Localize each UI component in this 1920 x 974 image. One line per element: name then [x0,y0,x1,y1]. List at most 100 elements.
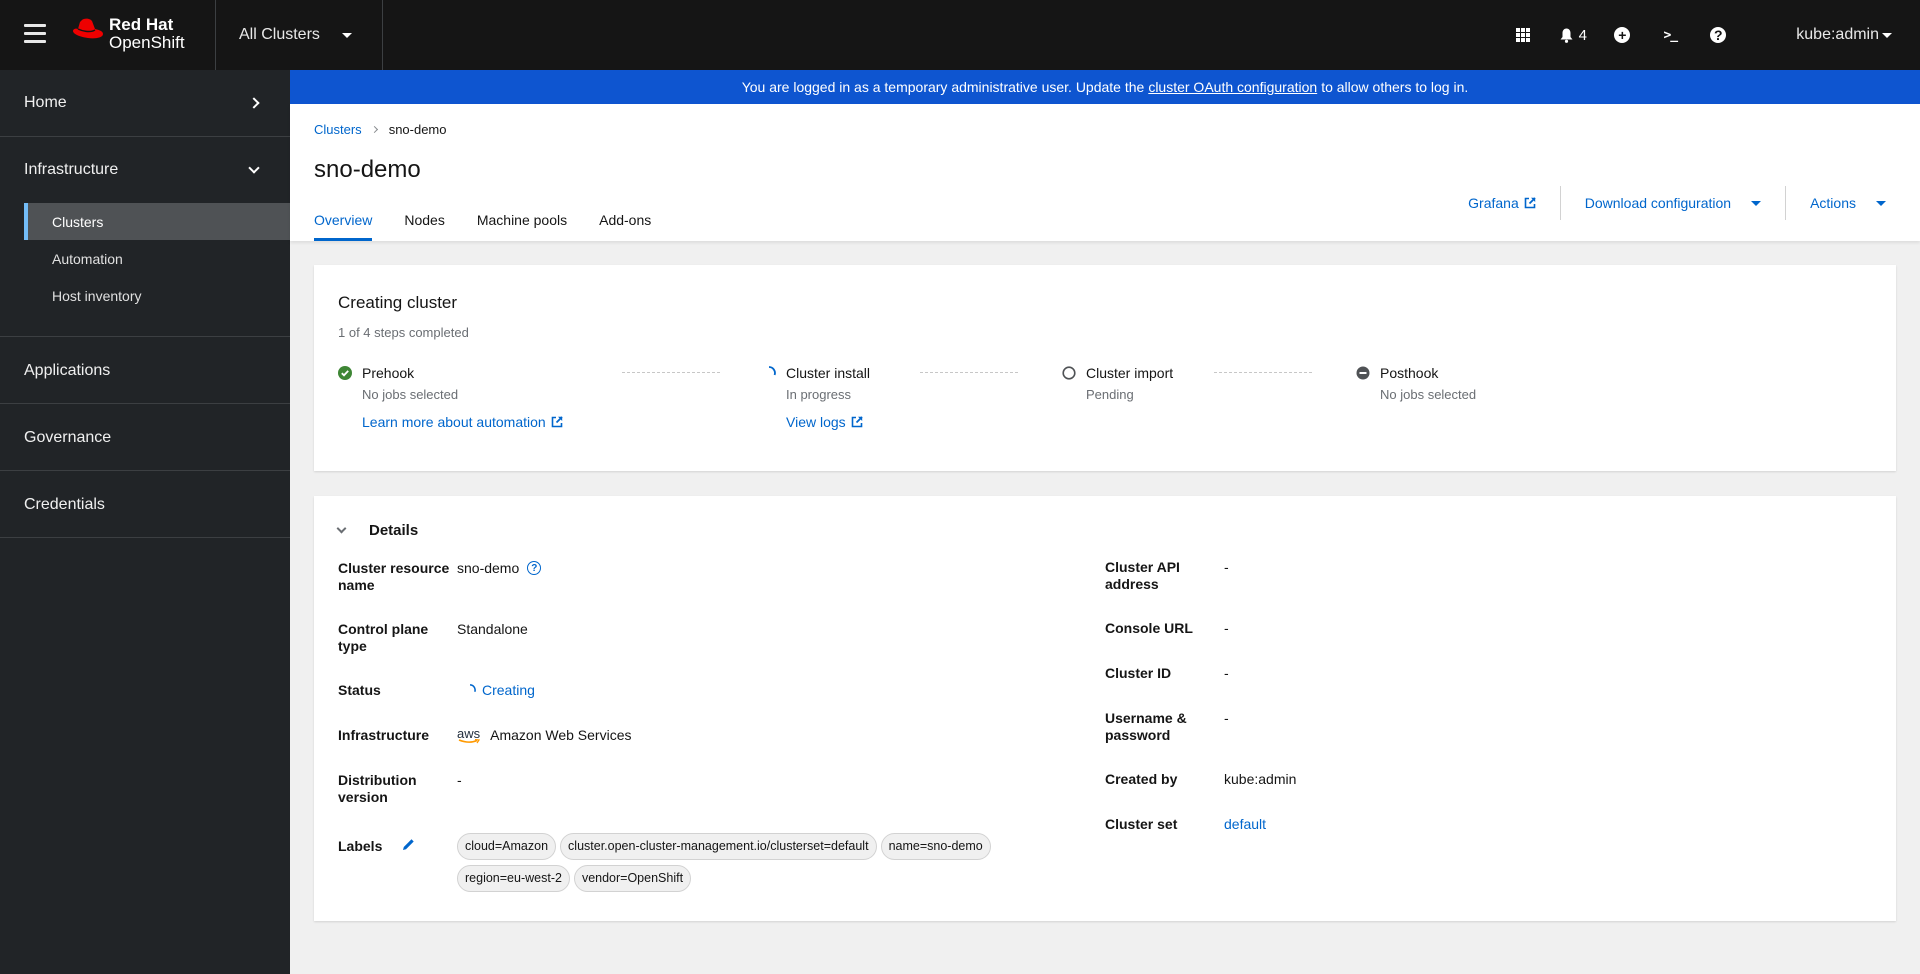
sidebar-group-label: Infrastructure [24,161,119,178]
step-description: No jobs selected [362,387,459,402]
detail-label: Console URL [1105,620,1193,636]
sidebar-group-label: Home [24,94,67,111]
label-chip: cluster.open-cluster-management.io/clust… [560,833,877,860]
link-label: View logs [786,414,846,430]
caret-down-icon [1882,32,1892,38]
terminal-button[interactable]: >_ [1646,0,1694,70]
detail-row: Cluster ID - [1105,665,1296,710]
status-creating-link[interactable]: Creating [482,682,535,699]
cluster-switcher-label: All Clusters [239,26,320,43]
sidebar-group-credentials[interactable]: Credentials [0,471,290,537]
pencil-edit-icon[interactable] [402,838,415,851]
tab-machine-pools[interactable]: Machine pools [477,212,567,241]
details-right-list: Cluster API address - Console URL - Clus… [1105,559,1296,861]
sidebar-item-label: Host inventory [52,287,142,304]
notifications-button[interactable]: 4 [1548,0,1598,70]
admin-warning-banner: You are logged in as a temporary adminis… [290,70,1920,104]
view-logs-link[interactable]: View logs [786,414,870,430]
cluster-api-address-value: - [1224,559,1229,575]
caret-down-icon [341,32,352,38]
red-hat-icon [73,18,103,39]
user-menu[interactable]: kube:admin [1742,0,1920,70]
actions-dropdown[interactable]: Actions [1810,195,1886,211]
hamburger-menu-icon[interactable] [24,24,46,44]
detail-label: Cluster API address [1105,559,1180,592]
spinner-icon [768,366,776,376]
step-connector [622,372,720,373]
label-chip: vendor=OpenShift [573,865,692,892]
breadcrumb: Clusters sno-demo [314,122,447,137]
detail-row: Username & password - [1105,710,1296,771]
chevron-down-icon [248,161,260,174]
step-description: No jobs selected [1380,387,1477,402]
spinner-icon [469,684,476,692]
step-connector [920,372,1018,373]
masthead: Red Hat OpenShift All Clusters 4 + >_ ? [0,0,1920,70]
actions-divider [1785,186,1787,220]
oauth-config-link[interactable]: cluster OAuth configuration [1148,79,1317,95]
sidebar-group-home[interactable]: Home [0,70,290,136]
actions-divider [1559,186,1561,220]
detail-row: Cluster API address - [1105,559,1296,620]
detail-label: Username & password [1105,710,1187,743]
sidebar-item-label: Automation [52,250,123,267]
detail-row: Created by kube:admin [1105,771,1296,816]
chevron-right-icon [370,125,378,134]
detail-row: Console URL - [1105,620,1296,665]
banner-text: to allow others to log in. [1321,79,1469,95]
label-chip: region=eu-west-2 [457,865,570,892]
cluster-set-link[interactable]: default [1224,816,1266,833]
tabs: Overview Nodes Machine pools Add-ons [314,212,683,241]
control-plane-type-value: Standalone [457,621,528,637]
step-cluster-install: Cluster install In progress View logs [762,365,870,430]
help-button[interactable]: ? [1694,0,1742,70]
sidebar-group-applications[interactable]: Applications [0,337,290,403]
help-icon[interactable]: ? [527,561,542,575]
breadcrumb-current: sno-demo [388,122,447,137]
sidebar-item-host-inventory[interactable]: Host inventory [24,277,290,314]
console-url-value: - [1224,620,1229,636]
detail-label: Cluster set [1105,816,1178,832]
app-launcher-icon [1516,28,1531,42]
step-connector [1214,372,1312,373]
breadcrumb-clusters-link[interactable]: Clusters [314,122,362,137]
quick-create-button[interactable]: + [1598,0,1646,70]
terminal-icon: >_ [1663,27,1678,43]
details-toggle[interactable]: Details [336,522,419,539]
detail-row: Status Creating [338,682,1057,727]
details-title: Details [369,522,419,539]
detail-label: Created by [1105,771,1178,787]
sidebar: Home Infrastructure Clusters Automation … [0,70,290,974]
detail-label: Labels [338,838,383,854]
brand-logo[interactable]: Red Hat OpenShift [72,16,185,52]
app-launcher-button[interactable] [1499,0,1547,70]
sidebar-item-automation[interactable]: Automation [24,240,290,277]
detail-label: Infrastructure [338,727,430,743]
cluster-switcher[interactable]: All Clusters [239,0,352,70]
aws-logo-icon: aws [457,726,481,744]
brand-line2: OpenShift [109,33,185,52]
sidebar-item-clusters[interactable]: Clusters [24,203,290,240]
learn-more-automation-link[interactable]: Learn more about automation [362,414,563,430]
download-configuration-dropdown[interactable]: Download configuration [1585,195,1762,211]
progress-title: Creating cluster [338,293,458,312]
detail-row: Cluster set default [1105,816,1296,861]
grafana-link[interactable]: Grafana [1468,195,1536,211]
sidebar-group-governance[interactable]: Governance [0,404,290,470]
step-prehook: Prehook No jobs selected Learn more abou… [338,365,563,430]
tab-overview[interactable]: Overview [314,212,373,241]
labels-list: cloud=Amazon cluster.open-cluster-manage… [457,833,1057,897]
step-name: Prehook [362,365,415,381]
caret-down-icon [1876,200,1886,206]
masthead-divider [215,0,216,70]
sidebar-item-label: Clusters [52,213,104,230]
step-cluster-import: Cluster import Pending [1062,365,1173,402]
infrastructure-value: Amazon Web Services [490,727,632,743]
page-header: Clusters sno-demo sno-demo Overview Node… [290,104,1920,241]
sidebar-group-infrastructure[interactable]: Infrastructure [0,137,290,203]
link-label: Learn more about automation [362,414,546,430]
tab-add-ons[interactable]: Add-ons [599,212,651,241]
detail-label: Cluster resource name [338,560,450,593]
label-chip: name=sno-demo [880,833,991,860]
tab-nodes[interactable]: Nodes [404,212,444,241]
